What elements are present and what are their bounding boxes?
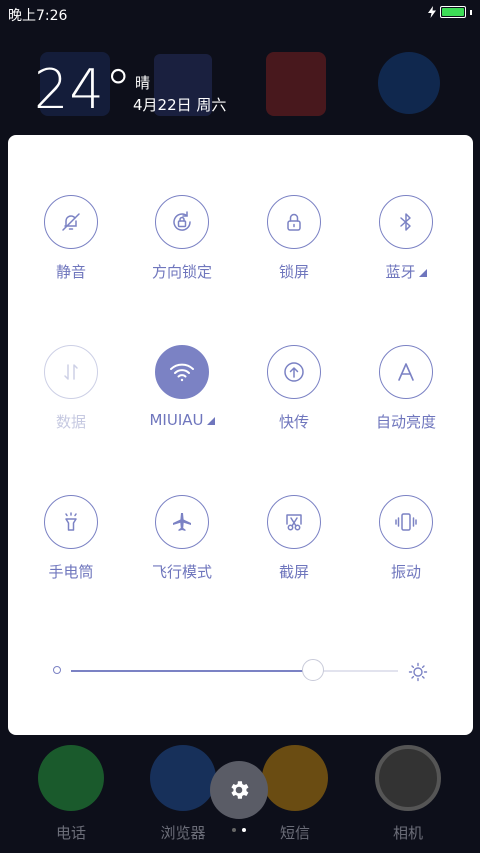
toggle-lock-screen[interactable]: 锁屏 [238, 195, 350, 282]
toggle-label: 蓝牙 [350, 261, 462, 282]
dock-label-camera: 相机 [392, 824, 423, 842]
toggle-label: 锁屏 [278, 263, 309, 281]
toggle-mobile-data[interactable]: 数据 [15, 345, 127, 432]
toggle-quick-transfer[interactable]: 快传 [238, 345, 350, 432]
toggle-rotation-lock[interactable]: 方向锁定 [126, 195, 238, 282]
date: 4月22日 周六 [133, 96, 227, 114]
brightness-slider-fill [71, 670, 313, 672]
brightness-slider-thumb[interactable] [302, 659, 324, 681]
toggle-circle[interactable] [379, 495, 433, 549]
toggle-circle[interactable] [379, 195, 433, 249]
toggle-circle[interactable] [267, 495, 321, 549]
settings-button[interactable] [210, 761, 268, 819]
battery-icon [440, 6, 466, 18]
messages-icon[interactable] [262, 745, 328, 811]
toggle-circle[interactable] [379, 345, 433, 399]
menu-triangle-icon [418, 268, 427, 277]
screenshot-scissors-icon [286, 514, 302, 531]
status-icons [428, 6, 472, 18]
battery-tip [470, 9, 472, 15]
charging-icon [428, 6, 436, 18]
toggle-screenshot[interactable]: 截屏 [238, 495, 350, 582]
lock-icon [287, 213, 301, 231]
toggle-circle[interactable] [267, 195, 321, 249]
dock-label-phone: 电话 [55, 824, 86, 842]
toggle-airplane-mode[interactable]: 飞行模式 [126, 495, 238, 582]
toggle-label: 振动 [390, 563, 421, 581]
status-time: 晚上7:26 [8, 8, 68, 24]
toggle-label: 数据 [55, 413, 86, 431]
toggle-vibrate[interactable]: 振动 [350, 495, 462, 582]
toggle-circle[interactable] [267, 345, 321, 399]
toggle-label: 快传 [278, 413, 309, 431]
bell-off-icon [62, 213, 80, 231]
toggle-label: MIUIAU [126, 411, 238, 429]
brightness-slider[interactable] [71, 659, 398, 681]
toggle-label: 飞行模式 [151, 563, 212, 581]
quick-settings-panel: 静音 方向锁定 锁屏 蓝牙 数据 MIUIAU 快传 自动亮度 手电筒 飞行模式… [8, 135, 473, 735]
page-dot-active [242, 828, 246, 832]
toggle-label-text: MIUIAU [149, 411, 204, 429]
page-dot [232, 828, 236, 832]
weather-condition: 晴 [135, 74, 151, 92]
toggle-circle[interactable] [155, 495, 209, 549]
toggle-circle[interactable] [44, 195, 98, 249]
dock-label-messages: 短信 [279, 824, 310, 842]
toggle-circle[interactable] [44, 495, 98, 549]
camera-icon[interactable] [375, 745, 441, 811]
toggle-flashlight[interactable]: 手电筒 [15, 495, 127, 582]
bluetooth-icon [400, 213, 411, 231]
toggle-label: 静音 [55, 263, 86, 281]
brightness-low-icon [53, 666, 61, 674]
flashlight-icon [65, 512, 77, 531]
data-arrows-icon [64, 364, 78, 380]
background-app-icon [378, 52, 440, 114]
dock-label-browser: 浏览器 [160, 824, 206, 842]
toggle-circle[interactable] [44, 345, 98, 399]
background-app-icon [266, 52, 326, 116]
gear-icon [231, 781, 249, 799]
brightness-high-icon [408, 662, 428, 682]
toggle-auto-brightness[interactable]: 自动亮度 [350, 345, 462, 432]
vibrate-icon [395, 513, 417, 531]
page-indicator [232, 828, 246, 832]
temperature: 24° [34, 58, 133, 121]
rotation-lock-icon [173, 211, 191, 231]
toggle-wifi[interactable]: MIUIAU [126, 345, 238, 429]
toggle-circle[interactable] [155, 345, 209, 399]
toggle-label: 自动亮度 [375, 413, 436, 431]
toggle-label: 手电筒 [48, 563, 94, 581]
toggle-silent[interactable]: 静音 [15, 195, 127, 282]
toggle-circle[interactable] [155, 195, 209, 249]
airplane-icon [173, 513, 191, 531]
menu-triangle-icon [206, 416, 215, 425]
auto-brightness-icon [398, 363, 414, 381]
wifi-icon [170, 363, 194, 382]
phone-icon[interactable] [38, 745, 104, 811]
toggle-label-text: 蓝牙 [385, 263, 416, 281]
browser-icon[interactable] [150, 745, 216, 811]
toggle-bluetooth[interactable]: 蓝牙 [350, 195, 462, 282]
upload-icon [284, 362, 304, 382]
toggle-label: 方向锁定 [151, 263, 212, 281]
toggle-label: 截屏 [278, 563, 309, 581]
